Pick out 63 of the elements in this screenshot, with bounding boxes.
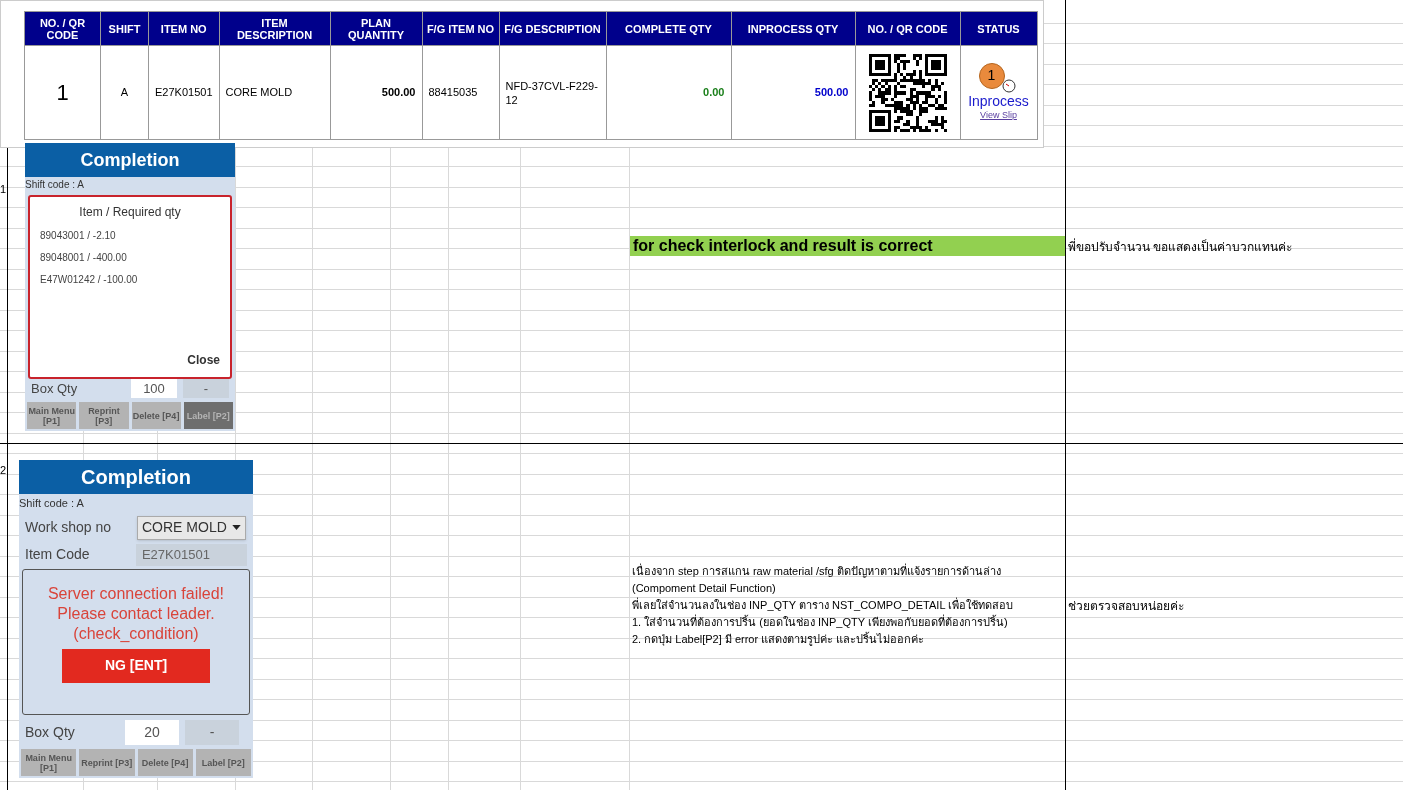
ng-qty-field[interactable]: -: [185, 719, 239, 745]
table-cell: 0.00: [606, 45, 731, 140]
function-button[interactable]: Reprint [P3]: [79, 402, 129, 429]
function-button[interactable]: Main Menu [P1]: [27, 402, 77, 429]
box-qty-label: Box Qty: [25, 722, 76, 742]
table-cell: NFD-37CVL-F229-12: [499, 45, 606, 140]
required-item: 89048001 / -400.00: [40, 251, 128, 265]
required-item: E47W01242 / -100.00: [40, 273, 139, 287]
count-badge: 1: [978, 62, 1005, 89]
screen-title: Completion: [19, 460, 253, 494]
screen-title: Completion: [25, 143, 235, 177]
table-cell: E27K01501: [148, 45, 219, 140]
workshop-dropdown[interactable]: CORE MOLD: [137, 515, 246, 540]
row-number: 1: [0, 182, 7, 197]
function-button[interactable]: Delete [P4]: [131, 402, 181, 429]
error-message: Server connection failed! Please contact leader. (check_condition): [46, 583, 226, 644]
highlighted-cell: for check interlock and result is correct: [630, 236, 1065, 256]
ng-button[interactable]: NG [ENT]: [62, 648, 210, 683]
function-button[interactable]: Delete [P4]: [137, 749, 193, 776]
close-button[interactable]: Close: [187, 350, 220, 369]
column-header: F/G DESCRIPTION: [499, 11, 606, 46]
column-header: NO. / QR CODE: [855, 11, 960, 46]
field-label: Item Code: [25, 545, 91, 564]
column-header: ITEM NO: [148, 11, 219, 46]
table-cell: A: [100, 45, 149, 140]
note-text: 2. กดปุ่ม Label[P2] มี error แสดงตามรูปค่ะ และปริ้นไม่ออกค่ะ: [632, 631, 926, 648]
caret-icon: [231, 525, 241, 530]
function-button[interactable]: Main Menu [P1]: [21, 749, 77, 776]
column-header: F/G ITEM NO: [422, 11, 499, 46]
comment-text: พี่ขอปรับจำนวน ขอแสดงเป็นค่าบวกแทนค่ะ: [1068, 238, 1293, 256]
column-header: STATUS: [960, 11, 1037, 46]
shift-code: Shift code : A: [19, 496, 85, 511]
item-code-field[interactable]: E27K01501: [135, 543, 247, 566]
note-text: (Compoment Detail Function): [632, 581, 777, 596]
table-cell: 500.00: [330, 45, 422, 140]
column-header: SHIFT: [100, 11, 149, 46]
column-header: ITEM DESCRIPTION: [219, 11, 330, 46]
field-label: Work shop no: [25, 518, 113, 537]
column-header: NO. / QR CODE: [24, 11, 101, 46]
row-number: 2: [0, 463, 7, 478]
ok-qty-field[interactable]: 100: [131, 378, 177, 399]
status-label: Inprocess: [968, 92, 1029, 109]
table-cell: 500.00: [731, 45, 855, 140]
ok-qty-field[interactable]: 20: [125, 719, 179, 745]
function-button[interactable]: Label [P2]: [195, 749, 251, 776]
comment-text: ช่วยตรวจสอบหน่อยค่ะ: [1068, 598, 1184, 615]
note-text: เนื่องจาก step การสแกน raw material /sfg ติดปัญหาตามที่แจ้งรายการด้านล่าง: [632, 563, 1002, 580]
ng-qty-field[interactable]: -: [183, 378, 229, 399]
view-slip-link[interactable]: View Slip: [980, 108, 1017, 123]
table-cell: CORE MOLD: [219, 45, 330, 140]
box-qty-label: Box Qty: [31, 379, 79, 398]
table-cell: 1: [24, 45, 101, 140]
column-header: INPROCESS QTY: [731, 11, 855, 46]
column-header: PLAN QUANTITY: [330, 11, 422, 46]
table-cell: 88415035: [422, 45, 499, 140]
clock-icon: [1001, 78, 1016, 93]
function-button[interactable]: Reprint [P3]: [79, 749, 135, 776]
note-text: 1. ใส่จำนวนที่ต้องการปริ้น (ยอดในช่อง INP_QTY เพียงพอกับยอดที่ต้องการปริ้น): [632, 614, 1009, 630]
column-header: COMPLETE QTY: [606, 11, 731, 46]
dialog-title: Item / Required qty: [78, 204, 182, 221]
required-item: 89043001 / -2.10: [40, 229, 117, 243]
shift-code: Shift code : A: [25, 178, 85, 192]
note-text: พี่เลยใส่จำนวนลงในช่อง INP_QTY ตาราง NST_COMPO_DETAIL เพื่อใช้ทดสอบ: [632, 597, 1014, 613]
